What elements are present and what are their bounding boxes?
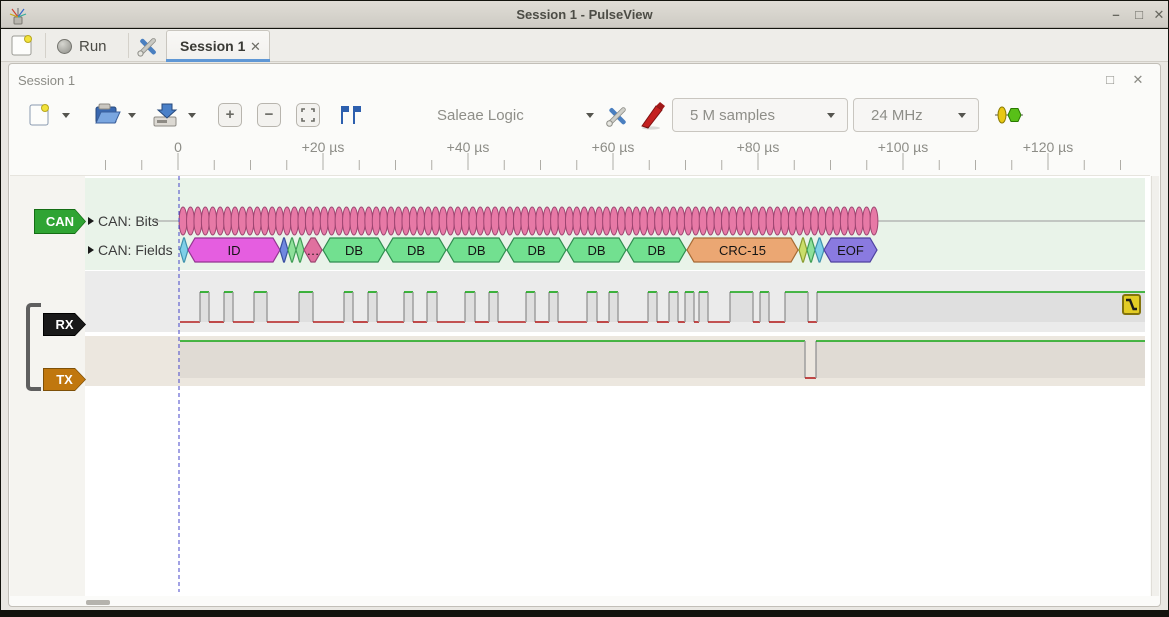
can-tag-label: CAN	[46, 214, 74, 229]
panel-float-button[interactable]: □	[1100, 72, 1120, 87]
channel-group-bracket	[26, 303, 41, 391]
vertical-scrollbar[interactable]	[1151, 176, 1159, 596]
run-button[interactable]: Run	[57, 33, 123, 59]
title-bar[interactable]: Session 1 - PulseView – □ ✕	[1, 1, 1168, 28]
device-dropdown-arrow	[586, 113, 594, 118]
new-session-button[interactable]	[10, 33, 35, 58]
sample-rate-dropdown-arrow	[958, 113, 966, 118]
run-label: Run	[79, 38, 107, 55]
device-config-icon[interactable]	[603, 102, 631, 130]
sample-rate-value: 24 MHz	[871, 107, 923, 124]
falling-edge-trigger-icon[interactable]	[1122, 294, 1141, 315]
settings-icon[interactable]	[134, 33, 161, 60]
expander-icon[interactable]	[88, 246, 94, 254]
device-name: Saleae Logic	[437, 107, 524, 124]
open-file-button[interactable]	[93, 101, 121, 128]
tx-tag-label: TX	[56, 372, 73, 387]
channels-probe-icon[interactable]	[638, 100, 668, 130]
can-decoder-tag[interactable]: CAN	[34, 209, 86, 234]
horizontal-scrollbar-thumb[interactable]	[86, 600, 110, 605]
row-label-text: CAN: Bits	[98, 213, 159, 229]
zoom-out-button[interactable]: −	[257, 103, 281, 127]
window-title: Session 1 - PulseView	[1, 7, 1168, 22]
sample-count-value: 5 M samples	[690, 107, 775, 124]
sample-rate-select[interactable]: 24 MHz	[853, 98, 979, 132]
expander-icon[interactable]	[88, 217, 94, 225]
close-button[interactable]: ✕	[1149, 7, 1169, 23]
open-file-dropdown-arrow[interactable]	[128, 113, 136, 118]
tab-session-1[interactable]: Session 1 ✕	[166, 30, 270, 62]
zoom-fit-icon	[301, 108, 315, 122]
row-can-fields[interactable]: CAN: Fields	[88, 242, 173, 258]
toolbar-separator	[45, 33, 46, 58]
row-label-text: CAN: Fields	[98, 242, 173, 258]
new-file-dropdown-arrow[interactable]	[62, 113, 70, 118]
save-dropdown-arrow[interactable]	[188, 113, 196, 118]
new-file-button[interactable]	[28, 102, 51, 128]
run-led-icon	[57, 39, 72, 54]
minimize-button[interactable]: –	[1106, 7, 1126, 22]
add-decoder-button[interactable]	[994, 104, 1024, 126]
panel-close-button[interactable]: ✕	[1128, 72, 1148, 88]
device-selector[interactable]: Saleae Logic	[420, 98, 600, 132]
rx-tag-label: RX	[55, 317, 73, 332]
show-cursors-button[interactable]	[338, 102, 364, 128]
zoom-fit-button[interactable]	[296, 103, 320, 127]
zoom-in-button[interactable]: +	[218, 103, 242, 127]
pulseview-window: Session 1 - PulseView – □ ✕ Run Session …	[0, 0, 1169, 617]
session-panel-title: Session 1	[18, 73, 75, 88]
tab-close-icon[interactable]: ✕	[250, 39, 261, 55]
sample-count-select[interactable]: 5 M samples	[672, 98, 848, 132]
tab-label: Session 1	[180, 38, 245, 54]
row-can-bits[interactable]: CAN: Bits	[88, 213, 159, 229]
maximize-button[interactable]: □	[1129, 7, 1149, 22]
toolbar-separator	[128, 33, 129, 58]
sample-count-dropdown-arrow	[827, 113, 835, 118]
decoder-row-band	[85, 178, 1145, 270]
rx-row-band	[85, 271, 1145, 332]
tx-row-band	[85, 336, 1145, 386]
save-button[interactable]	[150, 101, 180, 129]
